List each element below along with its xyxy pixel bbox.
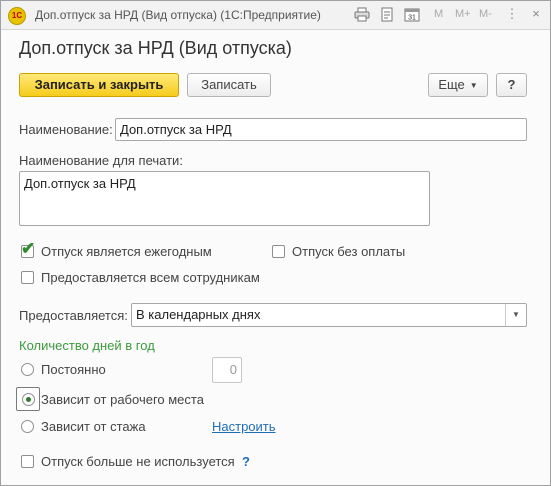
radio-workplace-label[interactable]: Зависит от рабочего места [41, 392, 204, 407]
chevron-down-icon: ▼ [469, 81, 478, 90]
more-label: Еще [438, 77, 465, 92]
save-button[interactable]: Записать [187, 73, 271, 97]
radio-selected-dot [26, 397, 31, 402]
name-input[interactable]: Доп.отпуск за НРД [115, 118, 527, 141]
not-used-label[interactable]: Отпуск больше не используется [41, 454, 235, 469]
provided-label: Предоставляется: [19, 308, 128, 323]
configure-link[interactable]: Настроить [212, 419, 276, 434]
help-question-icon[interactable]: ? [242, 454, 250, 469]
form-title: Доп.отпуск за НРД (Вид отпуска) [19, 38, 292, 58]
name-label: Наименование: [19, 122, 113, 137]
all-employees-label[interactable]: Предоставляется всем сотрудникам [41, 270, 260, 285]
printer-icon[interactable] [354, 7, 370, 22]
unpaid-label[interactable]: Отпуск без оплаты [292, 244, 405, 259]
close-icon[interactable]: × [528, 6, 544, 22]
app-window: 1С Доп.отпуск за НРД (Вид отпуска) (1С:П… [0, 0, 551, 486]
days-section-title: Количество дней в год [19, 338, 155, 353]
calendar-icon[interactable]: 31 [404, 7, 420, 22]
radio-seniority-label[interactable]: Зависит от стажа [41, 419, 146, 434]
print-name-label: Наименование для печати: [19, 153, 183, 168]
more-button[interactable]: Еще ▼ [428, 73, 488, 97]
help-button[interactable]: ? [496, 73, 527, 97]
unpaid-checkbox[interactable] [272, 245, 285, 258]
provided-select[interactable]: В календарных днях ▼ [131, 303, 527, 327]
print-name-textarea[interactable]: Доп.отпуск за НРД [19, 171, 430, 226]
radio-workplace[interactable] [22, 393, 35, 406]
memory-plus-button[interactable]: M+ [455, 8, 471, 20]
days-count-field[interactable]: 0 [212, 357, 242, 383]
all-employees-checkbox[interactable] [21, 271, 34, 284]
annual-label[interactable]: Отпуск является ежегодным [41, 244, 212, 259]
1c-logo-icon[interactable]: 1С [8, 7, 26, 25]
annual-checkbox[interactable]: ✔ [21, 240, 35, 258]
dropdown-arrow-icon[interactable]: ▼ [505, 304, 526, 326]
radio-constant-label[interactable]: Постоянно [41, 362, 106, 377]
save-and-close-button[interactable]: Записать и закрыть [19, 73, 179, 97]
window-title: Доп.отпуск за НРД (Вид отпуска) (1С:Пред… [35, 8, 321, 22]
checkmark-icon: ✔ [21, 239, 36, 258]
menu-icon[interactable]: ⋮ [504, 6, 520, 22]
memory-minus-button[interactable]: M- [479, 8, 492, 20]
title-bar: 1С Доп.отпуск за НРД (Вид отпуска) (1С:П… [1, 1, 550, 30]
not-used-checkbox[interactable] [21, 455, 34, 468]
radio-constant[interactable] [21, 363, 34, 376]
memory-m-button[interactable]: M [434, 8, 443, 20]
provided-select-value: В календарных днях [136, 307, 261, 322]
radio-seniority[interactable] [21, 420, 34, 433]
svg-text:31: 31 [408, 15, 416, 22]
document-icon[interactable] [379, 7, 395, 22]
